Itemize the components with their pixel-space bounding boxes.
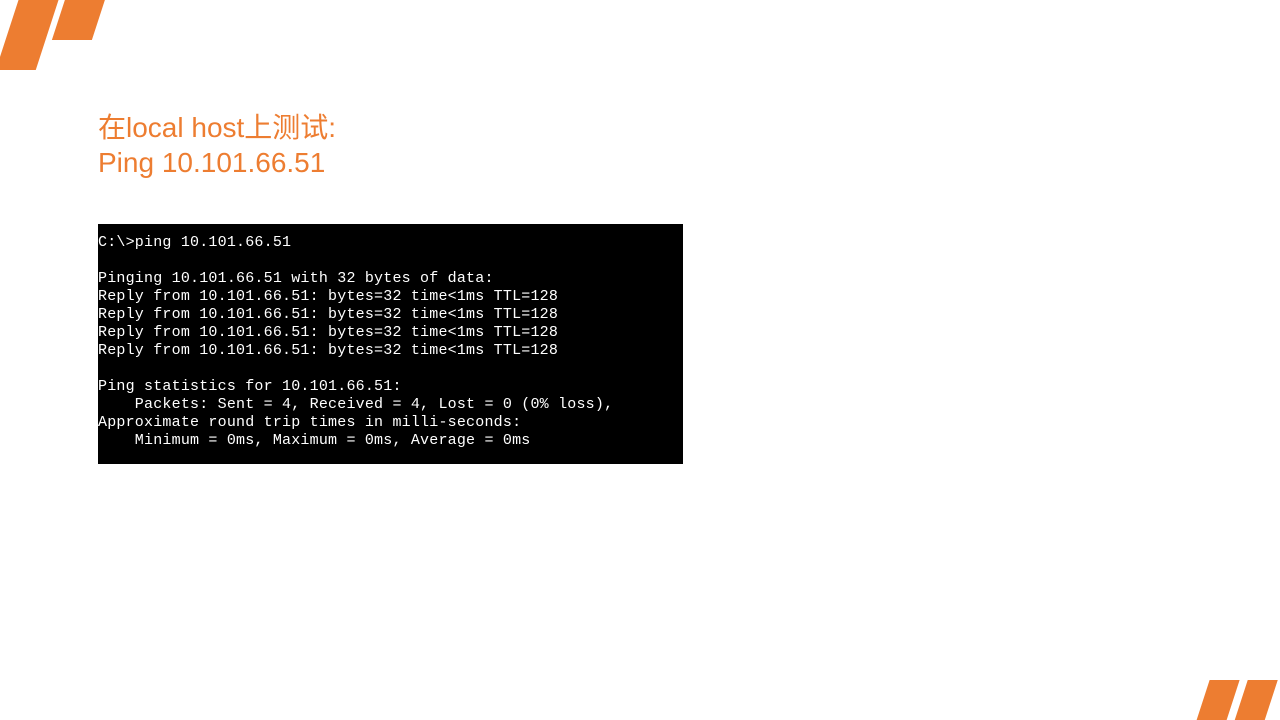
slide-title-line-1: 在local host上测试: — [98, 110, 336, 145]
slide-title: 在local host上测试: Ping 10.101.66.51 — [98, 110, 336, 180]
decorative-shape-top-left-small — [52, 0, 108, 40]
terminal-output: C:\>ping 10.101.66.51 Pinging 10.101.66.… — [98, 224, 683, 464]
slide-title-line-2: Ping 10.101.66.51 — [98, 145, 336, 180]
decorative-shape-bottom-right-large — [1180, 680, 1239, 720]
